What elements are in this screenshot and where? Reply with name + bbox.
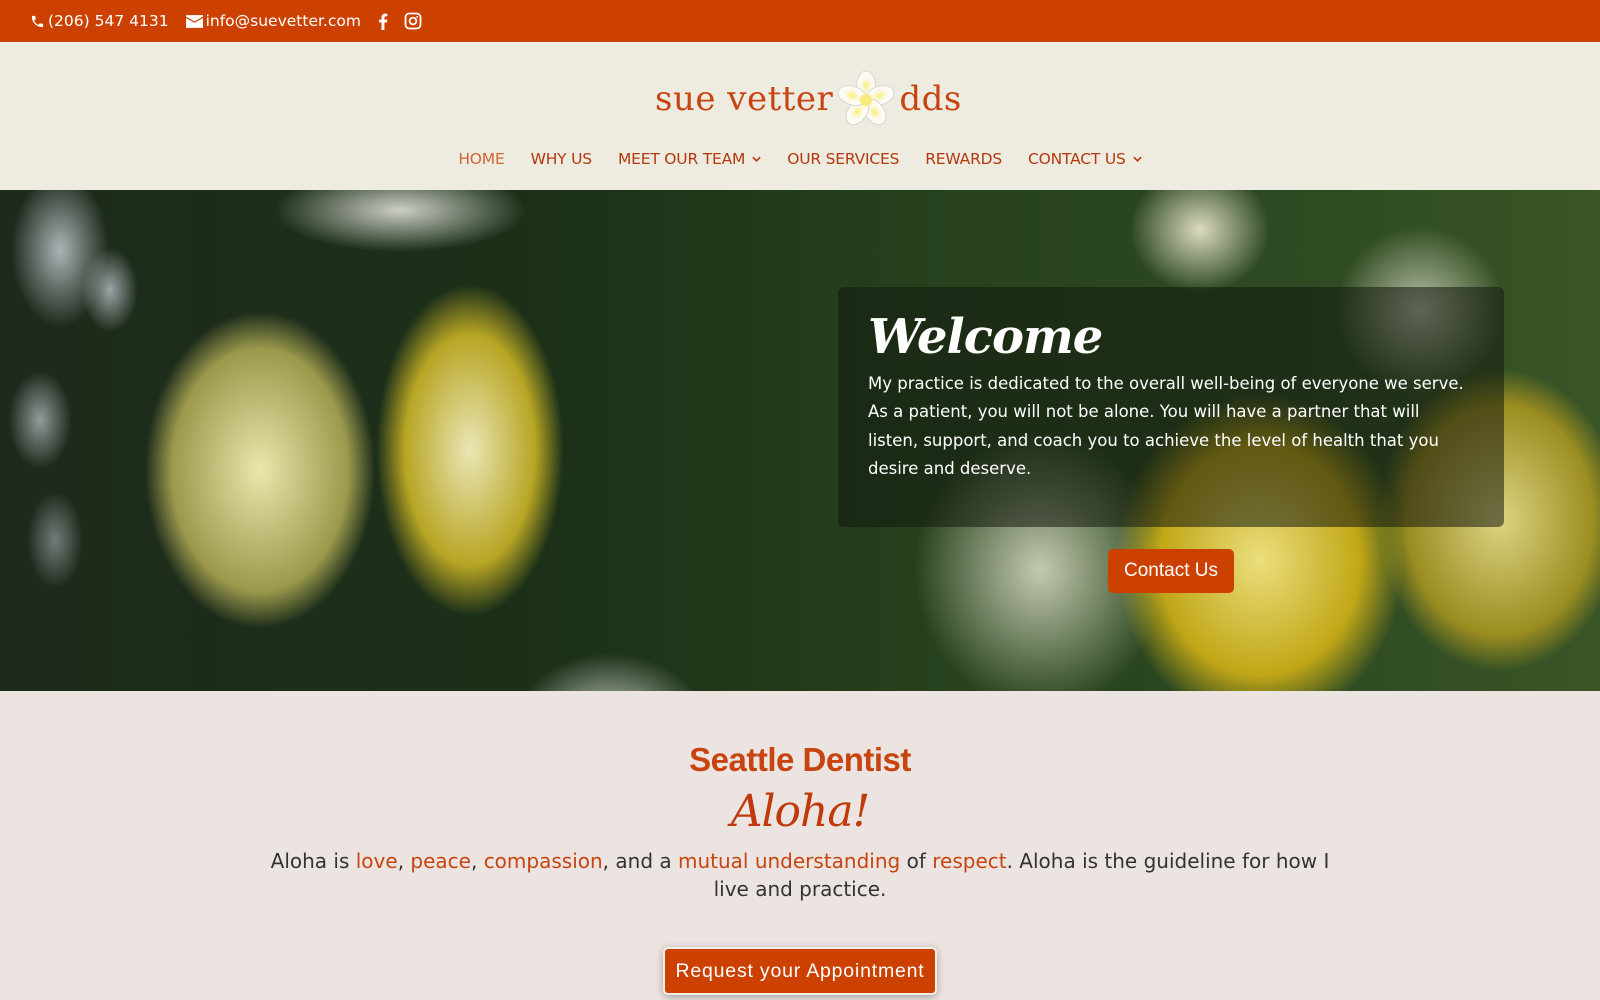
email-link[interactable]: info@suevetter.com	[185, 12, 361, 30]
instagram-icon	[404, 12, 422, 30]
site-header: sue vetter dds HOME WHY US MEET OUR TEAM…	[0, 42, 1600, 190]
welcome-title: Welcome	[868, 309, 1103, 365]
chevron-down-icon	[752, 154, 761, 165]
nav-item-meet-our-team[interactable]: MEET OUR TEAM	[618, 150, 761, 168]
nav-label: WHY US	[530, 150, 593, 168]
nav-label: MEET OUR TEAM	[617, 150, 746, 168]
phone-icon	[31, 15, 44, 27]
plumeria-flower-icon	[837, 70, 895, 126]
highlight-compassion: compassion	[483, 849, 603, 873]
nav-item-rewards[interactable]: REWARDS	[925, 150, 1002, 168]
highlight-mutual-understanding: mutual understanding	[677, 849, 901, 873]
highlight-respect: respect	[932, 849, 1007, 873]
chevron-down-icon	[1132, 154, 1142, 165]
welcome-panel: Welcome My practice is dedicated to the …	[838, 287, 1504, 527]
text-fragment: , and a	[602, 849, 678, 873]
section-subheading: Aloha!	[730, 786, 871, 837]
highlight-love: love	[355, 849, 398, 873]
logo-text-suffix: dds	[899, 79, 962, 119]
request-appointment-button[interactable]: Request your Appointment	[663, 947, 937, 995]
facebook-icon	[379, 13, 388, 30]
main-navigation: HOME WHY US MEET OUR TEAM OUR SERVICES R…	[0, 150, 1600, 168]
facebook-link[interactable]	[378, 13, 388, 30]
text-fragment: ,	[470, 849, 484, 873]
intro-section: Seattle Dentist Aloha! Aloha is love, pe…	[0, 691, 1600, 1000]
contact-us-button[interactable]: Contact Us	[1108, 549, 1234, 593]
phone-number: (206) 547 4131	[48, 12, 169, 30]
email-address: info@suevetter.com	[205, 12, 361, 30]
section-heading: Seattle Dentist	[689, 741, 911, 778]
nav-item-why-us[interactable]: WHY US	[530, 150, 593, 168]
envelope-icon	[185, 14, 203, 28]
nav-item-our-services[interactable]: OUR SERVICES	[787, 150, 899, 168]
text-fragment: of	[900, 849, 933, 873]
nav-item-home[interactable]: HOME	[458, 150, 504, 168]
nav-label: REWARDS	[925, 150, 1003, 168]
top-contact-bar: (206) 547 4131 info@suevetter.com	[0, 0, 1600, 42]
logo-text-name: sue vetter	[655, 79, 834, 119]
phone-link[interactable]: (206) 547 4131	[30, 12, 169, 30]
aloha-paragraph: Aloha is love, peace, compassion, and a …	[250, 847, 1350, 903]
nav-item-contact-us[interactable]: CONTACT US	[1028, 150, 1142, 168]
instagram-link[interactable]	[404, 12, 422, 30]
nav-label: OUR SERVICES	[787, 150, 900, 168]
text-fragment: Aloha is	[270, 849, 356, 873]
text-fragment: ,	[397, 849, 411, 873]
site-logo[interactable]: sue vetter dds	[655, 64, 962, 134]
nav-label: CONTACT US	[1028, 150, 1126, 168]
welcome-text: My practice is dedicated to the overall …	[868, 373, 1464, 479]
nav-label: HOME	[458, 150, 505, 168]
hero-banner: Welcome My practice is dedicated to the …	[0, 190, 1600, 691]
highlight-peace: peace	[410, 849, 471, 873]
